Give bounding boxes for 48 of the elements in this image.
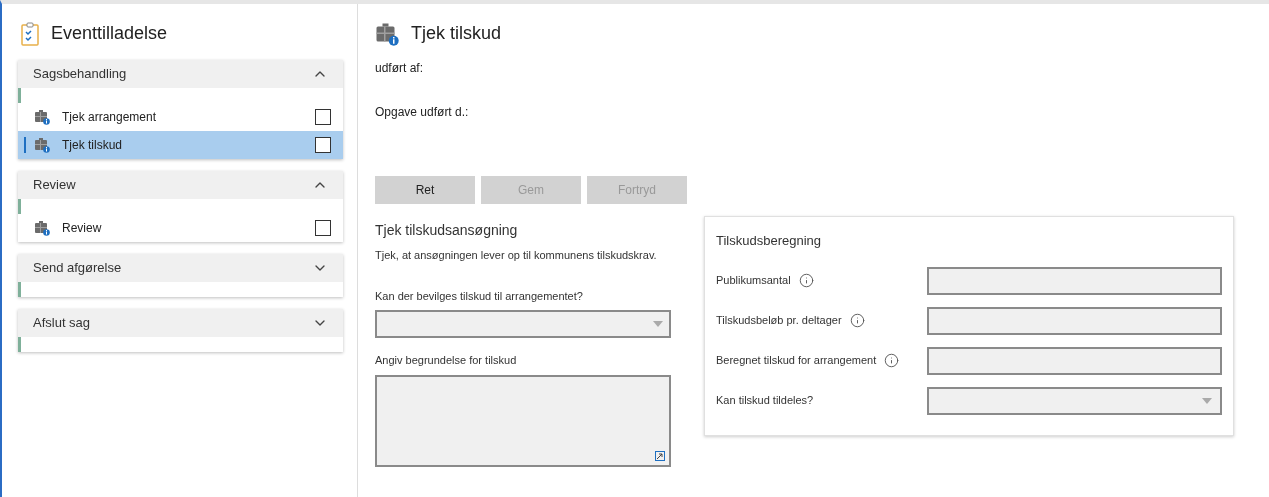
info-icon[interactable] — [798, 273, 814, 288]
description: Tjek, at ansøgningen lever op til kommunens tilskudskrav. — [375, 248, 658, 263]
dropdown-arrow-icon — [1202, 397, 1212, 404]
dropdown-arrow-icon — [653, 321, 663, 327]
task-item[interactable]: Tjek arrangement — [18, 103, 343, 131]
resize-icon — [655, 450, 665, 461]
field-label: Beregnet tilskud for arrangement — [716, 353, 877, 369]
task-item[interactable]: Review — [18, 214, 343, 242]
card-title: Tilskudsberegning — [716, 232, 823, 250]
app-title: Eventtilladelse — [51, 22, 168, 45]
section-header[interactable]: Sagsbehandling — [18, 60, 343, 88]
task-label: Review — [62, 220, 103, 237]
field-label: Publikumsantal — [716, 273, 791, 289]
text-area[interactable] — [375, 374, 671, 467]
section-header[interactable]: Send afgørelse — [18, 254, 343, 282]
field-label: Tilskudsbeløb pr. deltager — [716, 313, 842, 329]
section-title: Review — [33, 176, 76, 195]
section-header[interactable]: Afslut sag — [18, 309, 343, 337]
section-title: Afslut sag — [33, 314, 91, 333]
section-title: Sagsbehandling — [33, 65, 127, 84]
input-field[interactable] — [926, 266, 1222, 295]
briefcase-info-icon — [34, 109, 50, 125]
done-date-label: Opgave udført d.: — [375, 104, 470, 121]
input-field[interactable] — [926, 346, 1222, 375]
task-label: Tjek arrangement — [62, 109, 158, 126]
input-field[interactable] — [926, 306, 1222, 335]
section-heading: Tjek tilskudsansøgning — [375, 221, 519, 240]
action-button[interactable]: Ret — [375, 176, 475, 204]
briefcase-info-icon — [375, 21, 399, 46]
briefcase-info-icon — [34, 220, 50, 236]
info-icon[interactable] — [884, 353, 900, 368]
done-by-label: udført af: — [375, 60, 425, 77]
field-label: Kan der bevilges tilskud til arrangementet? — [375, 288, 584, 304]
briefcase-info-icon — [34, 137, 50, 153]
checkbox[interactable] — [315, 220, 331, 236]
dropdown[interactable] — [375, 310, 671, 338]
clipboard-check-icon — [21, 21, 39, 46]
task-label: Tjek tilskud — [62, 137, 124, 154]
task-item[interactable]: Tjek tilskud — [18, 131, 343, 159]
dropdown[interactable] — [926, 386, 1222, 415]
field-label: Angiv begrundelse for tilskud — [375, 353, 518, 368]
section-title: Send afgørelse — [33, 259, 122, 278]
checkbox[interactable] — [315, 137, 331, 153]
checkbox[interactable] — [315, 109, 331, 125]
task-title: Tjek tilskud — [411, 22, 502, 45]
section-header[interactable]: Review — [18, 171, 343, 199]
info-icon[interactable] — [849, 313, 865, 328]
field-label: Kan tilskud tildeles? — [716, 393, 814, 409]
